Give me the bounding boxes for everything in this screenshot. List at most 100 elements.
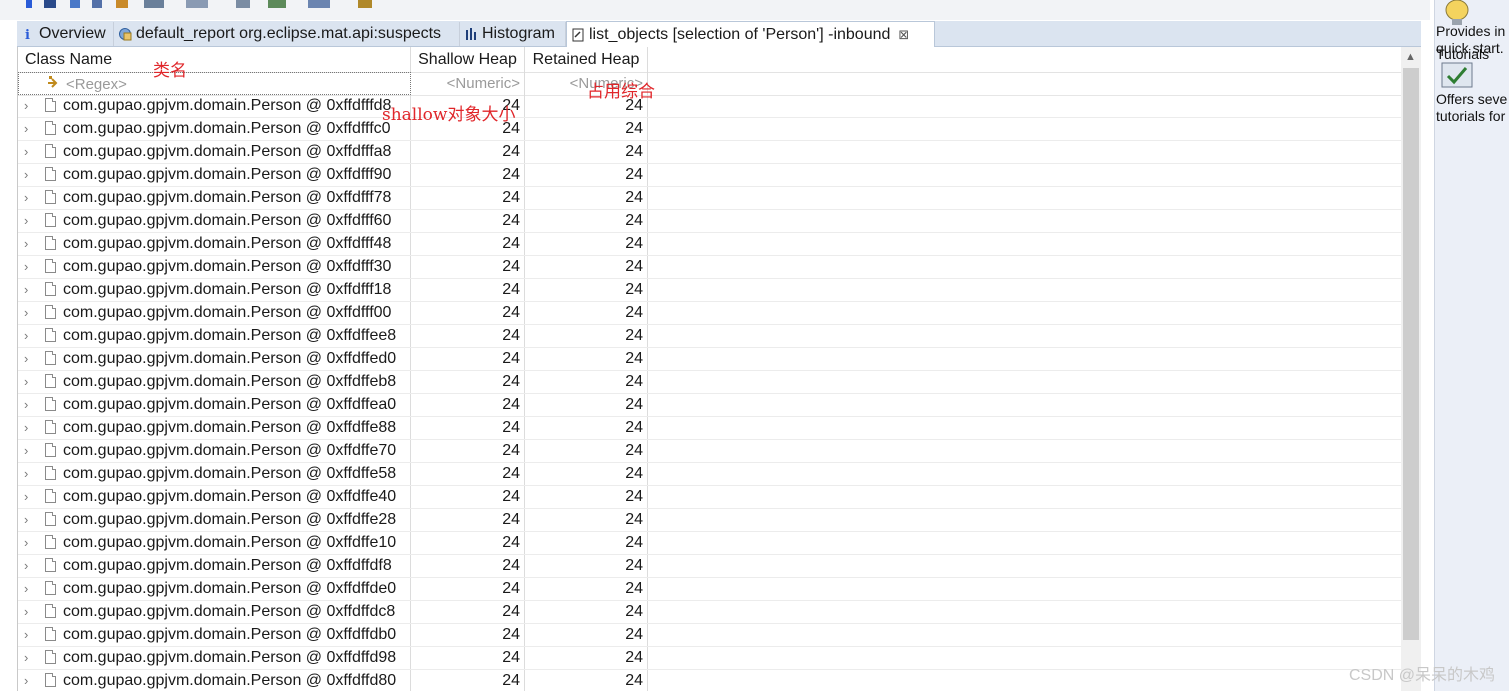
- table-row[interactable]: › com.gupao.gpjvm.domain.Person @ 0xffdff…: [18, 371, 1402, 394]
- scroll-up-icon[interactable]: ▲: [1405, 51, 1416, 63]
- object-file-icon: [45, 305, 56, 319]
- table-row[interactable]: › com.gupao.gpjvm.domain.Person @ 0xffdff…: [18, 670, 1402, 691]
- table-row[interactable]: › com.gupao.gpjvm.domain.Person @ 0xffdff…: [18, 440, 1402, 463]
- dominator-tree-icon[interactable]: [70, 0, 80, 8]
- expand-chevron-icon[interactable]: ›: [24, 555, 36, 577]
- retained-heap-cell: 24: [525, 233, 648, 255]
- tab-default-report[interactable]: default_report org.eclipse.mat.api:suspe…: [114, 22, 460, 46]
- expand-chevron-icon[interactable]: ›: [24, 647, 36, 669]
- table-row[interactable]: › com.gupao.gpjvm.domain.Person @ 0xffdff…: [18, 233, 1402, 256]
- histogram-icon[interactable]: [44, 0, 56, 8]
- column-header-shallow-heap[interactable]: Shallow Heap: [411, 47, 525, 72]
- table-row[interactable]: › com.gupao.gpjvm.domain.Person @ 0xffdff…: [18, 325, 1402, 348]
- object-label: com.gupao.gpjvm.domain.Person @ 0xffdfff…: [63, 258, 392, 275]
- object-file-icon: [45, 420, 56, 434]
- table-row[interactable]: › com.gupao.gpjvm.domain.Person @ 0xffdff…: [18, 164, 1402, 187]
- expand-chevron-icon[interactable]: ›: [24, 141, 36, 163]
- scroll-thumb[interactable]: [1403, 68, 1419, 640]
- expand-chevron-icon[interactable]: ›: [24, 302, 36, 324]
- expand-chevron-icon[interactable]: ›: [24, 670, 36, 691]
- retained-heap-cell: 24: [525, 670, 648, 691]
- class-name-cell: › com.gupao.gpjvm.domain.Person @ 0xffdff…: [18, 578, 411, 600]
- table-row[interactable]: › com.gupao.gpjvm.domain.Person @ 0xffdff…: [18, 601, 1402, 624]
- report-menu-icon[interactable]: [144, 0, 164, 8]
- table-row[interactable]: › com.gupao.gpjvm.domain.Person @ 0xffdff…: [18, 509, 1402, 532]
- expand-chevron-icon[interactable]: ›: [24, 95, 36, 117]
- expand-chevron-icon[interactable]: ›: [24, 164, 36, 186]
- shallow-heap-filter-input[interactable]: <Numeric>: [411, 72, 525, 95]
- object-label: com.gupao.gpjvm.domain.Person @ 0xffdffe…: [63, 350, 397, 367]
- group-icon[interactable]: [358, 0, 372, 8]
- query-browser-icon[interactable]: [186, 0, 208, 8]
- shallow-heap-cell: 24: [411, 647, 525, 669]
- expand-chevron-icon[interactable]: ›: [24, 601, 36, 623]
- search-icon[interactable]: [236, 0, 250, 8]
- export-icon[interactable]: [308, 0, 330, 8]
- table-row[interactable]: › com.gupao.gpjvm.domain.Person @ 0xffdff…: [18, 210, 1402, 233]
- gear-icon[interactable]: [116, 0, 128, 8]
- info-icon[interactable]: [26, 0, 32, 8]
- retained-heap-cell: 24: [525, 302, 648, 324]
- column-header-class-name[interactable]: Class Name: [18, 47, 411, 72]
- table-row[interactable]: › com.gupao.gpjvm.domain.Person @ 0xffdff…: [18, 532, 1402, 555]
- object-label: com.gupao.gpjvm.domain.Person @ 0xffdffd…: [63, 649, 397, 666]
- expand-chevron-icon[interactable]: ›: [24, 371, 36, 393]
- table-row[interactable]: › com.gupao.gpjvm.domain.Person @ 0xffdff…: [18, 141, 1402, 164]
- object-file-icon: [45, 489, 56, 503]
- expand-chevron-icon[interactable]: ›: [24, 463, 36, 485]
- tab-overview[interactable]: i Overview: [17, 22, 114, 46]
- table-row[interactable]: › com.gupao.gpjvm.domain.Person @ 0xffdff…: [18, 486, 1402, 509]
- retained-heap-cell: 24: [525, 164, 648, 186]
- expand-chevron-icon[interactable]: ›: [24, 440, 36, 462]
- table-row[interactable]: › com.gupao.gpjvm.domain.Person @ 0xffdff…: [18, 647, 1402, 670]
- expand-chevron-icon[interactable]: ›: [24, 417, 36, 439]
- table-row[interactable]: › com.gupao.gpjvm.domain.Person @ 0xffdff…: [18, 302, 1402, 325]
- expand-chevron-icon[interactable]: ›: [24, 279, 36, 301]
- table-row[interactable]: › com.gupao.gpjvm.domain.Person @ 0xffdff…: [18, 348, 1402, 371]
- tab-histogram[interactable]: Histogram: [460, 22, 566, 46]
- expand-chevron-icon[interactable]: ›: [24, 210, 36, 232]
- table-row[interactable]: › com.gupao.gpjvm.domain.Person @ 0xffdff…: [18, 118, 1402, 141]
- table-row[interactable]: › com.gupao.gpjvm.domain.Person @ 0xffdff…: [18, 95, 1402, 118]
- table-row[interactable]: › com.gupao.gpjvm.domain.Person @ 0xffdff…: [18, 394, 1402, 417]
- expand-chevron-icon[interactable]: ›: [24, 509, 36, 531]
- calculate-icon[interactable]: [268, 0, 286, 8]
- class-name-cell: › com.gupao.gpjvm.domain.Person @ 0xffdff…: [18, 463, 411, 485]
- sql-query-icon[interactable]: [92, 0, 102, 8]
- table-row[interactable]: › com.gupao.gpjvm.domain.Person @ 0xffdff…: [18, 256, 1402, 279]
- object-file-icon: [45, 190, 56, 204]
- table-row[interactable]: › com.gupao.gpjvm.domain.Person @ 0xffdff…: [18, 187, 1402, 210]
- expand-chevron-icon[interactable]: ›: [24, 394, 36, 416]
- class-name-filter-input[interactable]: <Regex>: [18, 72, 411, 95]
- expand-chevron-icon[interactable]: ›: [24, 187, 36, 209]
- expand-chevron-icon[interactable]: ›: [24, 325, 36, 347]
- close-icon[interactable]: ⊠: [898, 27, 909, 43]
- object-label: com.gupao.gpjvm.domain.Person @ 0xffdfff…: [63, 189, 392, 206]
- expand-chevron-icon[interactable]: ›: [24, 624, 36, 646]
- class-name-annotation: 类名: [153, 61, 187, 81]
- object-file-icon: [45, 397, 56, 411]
- column-header-retained-heap[interactable]: Retained Heap: [525, 47, 648, 72]
- table-row[interactable]: › com.gupao.gpjvm.domain.Person @ 0xffdff…: [18, 279, 1402, 302]
- retained-heap-cell: 24: [525, 141, 648, 163]
- expand-chevron-icon[interactable]: ›: [24, 486, 36, 508]
- expand-chevron-icon[interactable]: ›: [24, 578, 36, 600]
- tab-list-objects[interactable]: list_objects [selection of 'Person'] -in…: [566, 21, 935, 47]
- table-row[interactable]: › com.gupao.gpjvm.domain.Person @ 0xffdff…: [18, 555, 1402, 578]
- expand-chevron-icon[interactable]: ›: [24, 256, 36, 278]
- retained-heap-cell: 24: [525, 601, 648, 623]
- class-name-cell: › com.gupao.gpjvm.domain.Person @ 0xffdff…: [18, 348, 411, 370]
- expand-chevron-icon[interactable]: ›: [24, 532, 36, 554]
- expand-chevron-icon[interactable]: ›: [24, 233, 36, 255]
- tutorials-link[interactable]: Tutorials: [1436, 46, 1489, 62]
- side-text-1: Provides in: [1436, 23, 1506, 39]
- table-row[interactable]: › com.gupao.gpjvm.domain.Person @ 0xffdff…: [18, 417, 1402, 440]
- retained-heap-cell: 24: [525, 348, 648, 370]
- vertical-scrollbar[interactable]: ▲: [1401, 47, 1421, 691]
- table-row[interactable]: › com.gupao.gpjvm.domain.Person @ 0xffdff…: [18, 463, 1402, 486]
- table-row[interactable]: › com.gupao.gpjvm.domain.Person @ 0xffdff…: [18, 578, 1402, 601]
- expand-chevron-icon[interactable]: ›: [24, 118, 36, 140]
- object-label: com.gupao.gpjvm.domain.Person @ 0xffdffe…: [63, 465, 397, 482]
- expand-chevron-icon[interactable]: ›: [24, 348, 36, 370]
- table-row[interactable]: › com.gupao.gpjvm.domain.Person @ 0xffdff…: [18, 624, 1402, 647]
